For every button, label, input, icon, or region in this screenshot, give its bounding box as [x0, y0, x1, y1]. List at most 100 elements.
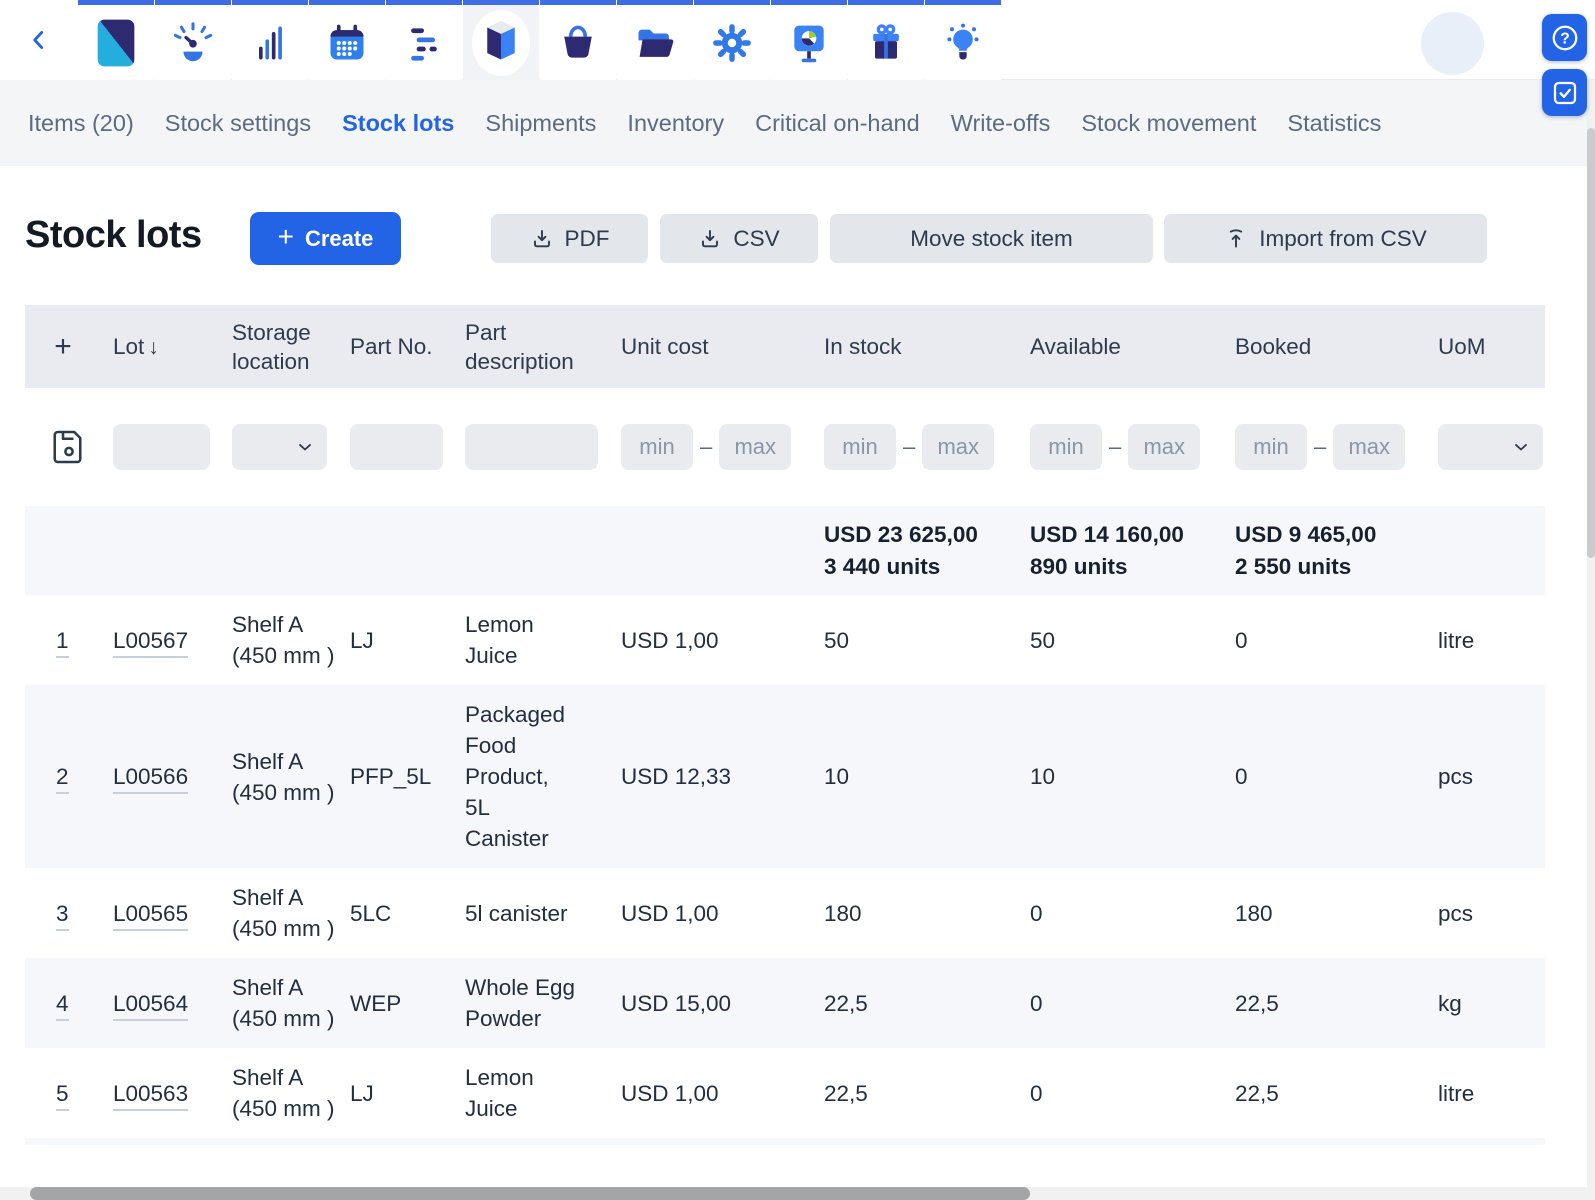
- tab-statistics[interactable]: Statistics: [1287, 110, 1381, 137]
- cell-in-stock: 180: [824, 898, 1030, 929]
- filter-storage-select[interactable]: [232, 424, 327, 470]
- cell-booked: 22,5: [1235, 988, 1438, 1019]
- checkbox-icon: [1550, 78, 1580, 108]
- app-tab-calendar[interactable]: [309, 0, 385, 80]
- cell-available: 0: [1030, 898, 1235, 929]
- summary-in-stock-amount: USD 23 625,00: [824, 519, 1030, 551]
- filter-in-stock-min-input[interactable]: [824, 424, 896, 470]
- lot-link[interactable]: L00566: [113, 764, 188, 794]
- vertical-scrollbar-thumb[interactable]: [1587, 128, 1595, 558]
- app-tab-gauge[interactable]: [155, 0, 231, 80]
- cell-available: 0: [1030, 988, 1235, 1019]
- tab-items[interactable]: Items (20): [28, 110, 134, 137]
- col-header-part-no[interactable]: Part No.: [350, 332, 465, 361]
- lot-link[interactable]: L00567: [113, 628, 188, 658]
- horizontal-scrollbar-thumb[interactable]: [30, 1187, 1030, 1200]
- app-tab-basket[interactable]: [540, 0, 616, 80]
- filter-part-desc-input[interactable]: [465, 424, 598, 470]
- back-button[interactable]: [0, 0, 78, 80]
- tab-shipments[interactable]: Shipments: [485, 110, 596, 137]
- app-tab-notebook[interactable]: [78, 0, 154, 80]
- tab-critical-on-hand[interactable]: Critical on-hand: [755, 110, 920, 137]
- stock-book-icon: [479, 19, 523, 67]
- app-icon-tabs: [78, 0, 1002, 79]
- col-header-unit-cost[interactable]: Unit cost: [621, 332, 824, 361]
- row-number-link[interactable]: 5: [56, 1081, 69, 1111]
- row-number-link[interactable]: 3: [56, 901, 69, 931]
- cell-unit-cost: USD 1,00: [621, 1078, 824, 1109]
- filter-unit-cost-max-input[interactable]: [719, 424, 791, 470]
- create-button[interactable]: + Create: [250, 212, 401, 265]
- tab-inventory[interactable]: Inventory: [627, 110, 724, 137]
- cell-storage-location: Shelf A (450 mm ): [232, 746, 350, 808]
- app-tab-bar-chart[interactable]: [232, 0, 308, 80]
- lot-link[interactable]: L00565: [113, 901, 188, 931]
- download-icon: [698, 227, 722, 251]
- tab-write-offs[interactable]: Write-offs: [951, 110, 1051, 137]
- presentation-icon: [787, 20, 831, 66]
- summary-booked: USD 9 465,00 2 550 units: [1235, 519, 1438, 583]
- gauge-icon: [170, 20, 216, 66]
- cell-booked: 0: [1235, 761, 1438, 792]
- filter-booked-min-input[interactable]: [1235, 424, 1307, 470]
- row-number-link[interactable]: 2: [56, 764, 69, 794]
- app-tab-gift[interactable]: [848, 0, 924, 80]
- tab-stock-lots[interactable]: Stock lots: [342, 110, 454, 137]
- cell-in-stock: 10: [824, 761, 1030, 792]
- filter-uom-select[interactable]: [1438, 424, 1543, 470]
- cell-unit-cost: USD 12,33: [621, 761, 824, 792]
- app-tab-gear[interactable]: [694, 0, 770, 80]
- app-tab-folder[interactable]: [617, 0, 693, 80]
- cell-unit-cost: USD 1,00: [621, 898, 824, 929]
- col-header-in-stock[interactable]: In stock: [824, 332, 1030, 361]
- tab-stock-movement[interactable]: Stock movement: [1081, 110, 1256, 137]
- help-button[interactable]: ?: [1542, 14, 1587, 61]
- cell-part-description: 5l canister: [465, 898, 621, 929]
- row-number-link[interactable]: 4: [56, 991, 69, 1021]
- notebook-icon: [96, 18, 136, 68]
- lot-link[interactable]: L00564: [113, 991, 188, 1021]
- move-stock-item-button[interactable]: Move stock item: [830, 214, 1153, 263]
- pdf-export-button[interactable]: PDF: [491, 214, 648, 263]
- cell-part-no: 5LC: [350, 898, 465, 929]
- import-from-csv-button[interactable]: Import from CSV: [1164, 214, 1487, 263]
- app-tab-presentation[interactable]: [771, 0, 847, 80]
- col-header-available[interactable]: Available: [1030, 332, 1235, 361]
- filter-booked-max-input[interactable]: [1333, 424, 1405, 470]
- filter-available-max-input[interactable]: [1128, 424, 1200, 470]
- table-row: 4 L00564 Shelf A (450 mm ) WEP Whole Egg…: [25, 958, 1545, 1048]
- tasks-checklist-button[interactable]: [1542, 69, 1587, 116]
- cell-part-description: Whole Egg Powder: [465, 972, 621, 1034]
- cell-in-stock: 22,5: [824, 1078, 1030, 1109]
- summary-booked-units: 2 550 units: [1235, 551, 1438, 583]
- add-column-button[interactable]: +: [25, 332, 113, 361]
- col-header-booked[interactable]: Booked: [1235, 332, 1438, 361]
- col-header-uom[interactable]: UoM: [1438, 332, 1545, 361]
- cell-part-no: WEP: [350, 988, 465, 1019]
- col-header-lot[interactable]: Lot↓: [113, 332, 232, 362]
- csv-export-button[interactable]: CSV: [660, 214, 818, 263]
- app-tab-bulb[interactable]: [925, 0, 1001, 80]
- filter-available-min-input[interactable]: [1030, 424, 1102, 470]
- cell-uom: pcs: [1438, 761, 1545, 792]
- save-filter-icon[interactable]: [51, 426, 87, 468]
- vertical-scrollbar[interactable]: [1587, 80, 1595, 1200]
- filter-part-no-input[interactable]: [350, 424, 443, 470]
- filter-in-stock-max-input[interactable]: [922, 424, 994, 470]
- horizontal-scrollbar[interactable]: [0, 1187, 1595, 1200]
- avatar[interactable]: [1421, 12, 1484, 75]
- col-header-storage-location[interactable]: Storage location: [232, 318, 350, 376]
- app-tab-stock-book[interactable]: [463, 0, 539, 80]
- lot-link[interactable]: L00563: [113, 1081, 188, 1111]
- table-summary-row: USD 23 625,00 3 440 units USD 14 160,00 …: [25, 506, 1545, 595]
- table-header-row: + Lot↓ Storage location Part No. Part de…: [25, 305, 1545, 388]
- col-header-part-description[interactable]: Part description: [465, 318, 621, 376]
- filter-unit-cost-min-input[interactable]: [621, 424, 693, 470]
- app-tab-tasks[interactable]: [386, 0, 462, 80]
- row-number-link[interactable]: 1: [56, 628, 69, 658]
- tab-stock-settings[interactable]: Stock settings: [165, 110, 311, 137]
- filter-lot-input[interactable]: [113, 424, 210, 470]
- summary-available-units: 890 units: [1030, 551, 1235, 583]
- basket-icon: [556, 21, 600, 65]
- cell-booked: 22,5: [1235, 1078, 1438, 1109]
